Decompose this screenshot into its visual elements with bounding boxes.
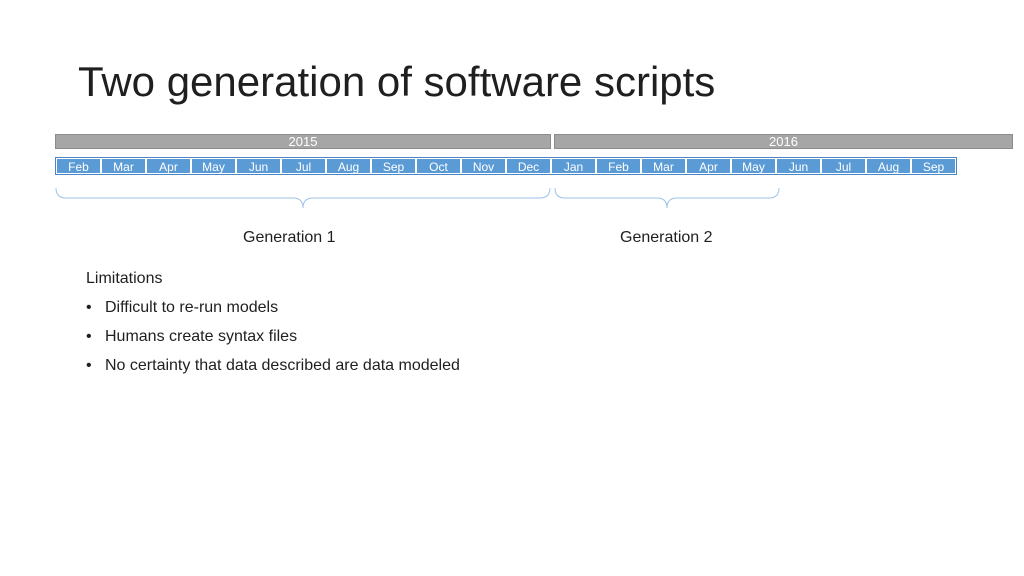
- generation-2-brace: [554, 187, 780, 209]
- list-item: • Difficult to re-run models: [86, 299, 460, 317]
- bullet-icon: •: [86, 328, 92, 345]
- bullet-icon: •: [86, 299, 92, 316]
- limitations-section: Limitations • Difficult to re-run models …: [86, 270, 460, 386]
- bullet-icon: •: [86, 357, 92, 374]
- generation-2-label: Generation 2: [620, 229, 713, 246]
- list-item: • Humans create syntax files: [86, 328, 460, 346]
- generation-1-brace: [55, 187, 551, 209]
- limitations-list: • Difficult to re-run models • Humans crea…: [86, 299, 460, 375]
- list-item-text: Humans create syntax files: [105, 328, 298, 345]
- generation-1-label: Generation 1: [243, 229, 336, 246]
- list-item-text: Difficult to re-run models: [105, 299, 279, 316]
- limitations-heading: Limitations: [86, 270, 163, 287]
- list-item-text: No certainty that data described are dat…: [105, 357, 460, 374]
- list-item: • No certainty that data described are da…: [86, 357, 460, 375]
